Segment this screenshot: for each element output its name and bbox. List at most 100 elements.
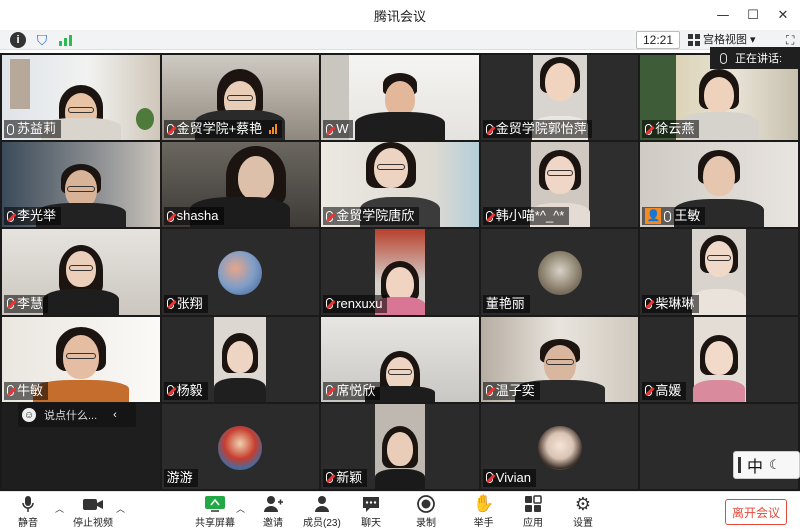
participant-label: 金贸学院+蔡艳 [163, 120, 283, 139]
fullscreen-icon[interactable]: ⛶ [786, 33, 794, 48]
muted-microphone-icon [326, 385, 334, 397]
participant-name: 新颖 [336, 469, 363, 485]
audio-level-icon [269, 124, 278, 135]
participant-label: 👤 王敏 [642, 207, 706, 226]
info-icon[interactable]: i [10, 32, 26, 48]
participant-tile[interactable]: 高媛 [640, 316, 798, 402]
participant-label: 柴琳琳 [642, 294, 700, 313]
network-signal-icon[interactable] [58, 32, 74, 48]
participant-name: shasha [176, 208, 219, 224]
participant-name: 杨毅 [176, 382, 203, 398]
participant-label: W [323, 120, 354, 139]
chevron-up-icon[interactable]: ︿ [116, 502, 125, 515]
muted-microphone-icon [485, 385, 493, 397]
muted-microphone-icon [645, 385, 653, 397]
participant-label: 李光举 [4, 207, 62, 226]
share-screen-label: 共享屏幕 [195, 518, 235, 529]
meeting-timer: 12:21 [636, 31, 681, 49]
close-icon[interactable]: ✕ [772, 4, 794, 26]
maximize-icon[interactable]: ☐ [742, 4, 764, 26]
participant-tile[interactable]: 李慧 [2, 229, 160, 315]
participant-tile[interactable]: Vivian [480, 403, 639, 489]
share-screen-icon [204, 494, 226, 514]
participant-tile[interactable]: 李光举 [2, 142, 160, 228]
shield-icon[interactable]: ⛉ [34, 32, 50, 48]
participant-label: 高媛 [642, 381, 687, 400]
muted-microphone-icon [166, 210, 174, 222]
participant-tile[interactable]: 杨毅 [161, 316, 320, 402]
participant-tile[interactable]: 金贸学院唐欣 [321, 142, 479, 228]
participant-label: Vivian [482, 468, 536, 487]
speaking-indicator: 正在讲话: [710, 47, 800, 69]
participant-name: W [336, 121, 349, 137]
chevron-up-icon[interactable]: ︿ [236, 502, 245, 515]
participant-tile[interactable]: 董艳丽 [480, 229, 639, 315]
hand-icon: ✋ [473, 494, 495, 513]
participant-name: 张翔 [176, 295, 203, 311]
participant-tile[interactable]: 新颖 [321, 403, 479, 489]
participant-tile[interactable]: 席悦欣 [321, 316, 479, 402]
grid-view-icon [688, 34, 700, 46]
participant-tile[interactable]: 张翔 [161, 229, 320, 315]
camera-icon [82, 494, 104, 514]
participant-tile[interactable]: 温子奕 [480, 316, 639, 402]
participant-tile[interactable]: 👤 王敏 [640, 142, 798, 228]
gear-icon: ⚙ [574, 493, 592, 514]
leave-meeting-button[interactable]: 离开会议 [725, 499, 787, 525]
participant-tile[interactable]: W [321, 55, 479, 141]
muted-microphone-icon [7, 210, 14, 222]
participant-tile[interactable]: 游游 [161, 403, 320, 489]
participant-tile[interactable]: 苏益莉 [2, 55, 160, 141]
participant-label: 李慧 [4, 294, 49, 313]
muted-microphone-icon [7, 298, 14, 310]
ime-indicator[interactable]: 中 ☾ [733, 451, 800, 479]
participant-tile[interactable]: 金贸学院郭怡萍 [480, 55, 639, 141]
participant-name: 柴琳琳 [655, 295, 695, 311]
participant-label: 游游 [163, 468, 198, 487]
muted-microphone-icon [485, 123, 493, 135]
participant-name: Vivian [495, 469, 531, 485]
participant-name: 游游 [166, 469, 193, 485]
chevron-left-icon[interactable]: ‹ [113, 409, 117, 421]
members-button[interactable]: 成员(23) [303, 494, 341, 529]
raise-hand-label: 举手 [473, 518, 494, 529]
emoji-icon[interactable]: ☺ [22, 408, 36, 422]
participant-tile[interactable]: shasha [161, 142, 320, 228]
muted-microphone-icon [645, 123, 653, 135]
record-icon [416, 494, 436, 514]
participant-label: 金贸学院郭怡萍 [482, 120, 592, 139]
participant-label: 新颖 [323, 468, 368, 487]
muted-microphone-icon [485, 472, 493, 484]
participant-tile[interactable]: 韩小喵*^_^* [480, 142, 639, 228]
muted-microphone-icon [7, 385, 14, 397]
invite-button[interactable]: 邀请 [263, 494, 283, 529]
participant-name: renxuxu [336, 295, 383, 311]
chat-icon [361, 494, 381, 514]
invite-label: 邀请 [263, 518, 283, 529]
chat-button[interactable]: 聊天 [361, 494, 381, 529]
muted-microphone-icon [166, 385, 174, 397]
participant-tile[interactable]: 金贸学院+蔡艳 [161, 55, 320, 141]
muted-microphone-icon [326, 298, 334, 310]
participant-tile[interactable]: renxuxu [321, 229, 479, 315]
chevron-up-icon[interactable]: ︿ [55, 502, 64, 515]
share-screen-button[interactable]: 共享屏幕 [195, 494, 235, 529]
chat-input-hint[interactable]: ☺ 说点什么... ‹ [18, 403, 136, 427]
members-label: 成员(23) [303, 518, 341, 529]
record-label: 录制 [416, 518, 436, 529]
mute-button[interactable]: 静音 [18, 494, 38, 529]
settings-button[interactable]: ⚙ 设置 [573, 494, 593, 529]
apps-button[interactable]: 应用 [523, 494, 543, 529]
participant-tile[interactable]: 牛敏 [2, 316, 160, 402]
ime-handle[interactable] [738, 457, 741, 473]
microphone-icon [21, 494, 35, 514]
raise-hand-button[interactable]: ✋ 举手 [473, 494, 494, 529]
participant-tile[interactable]: 柴琳琳 [640, 229, 798, 315]
muted-microphone-icon [645, 298, 653, 310]
minimize-icon[interactable]: — [712, 4, 734, 26]
participant-label: 温子奕 [482, 381, 540, 400]
avatar [537, 425, 582, 470]
record-button[interactable]: 录制 [416, 494, 436, 529]
muted-microphone-icon [326, 210, 334, 222]
stop-video-button[interactable]: 停止视频 [73, 494, 113, 529]
